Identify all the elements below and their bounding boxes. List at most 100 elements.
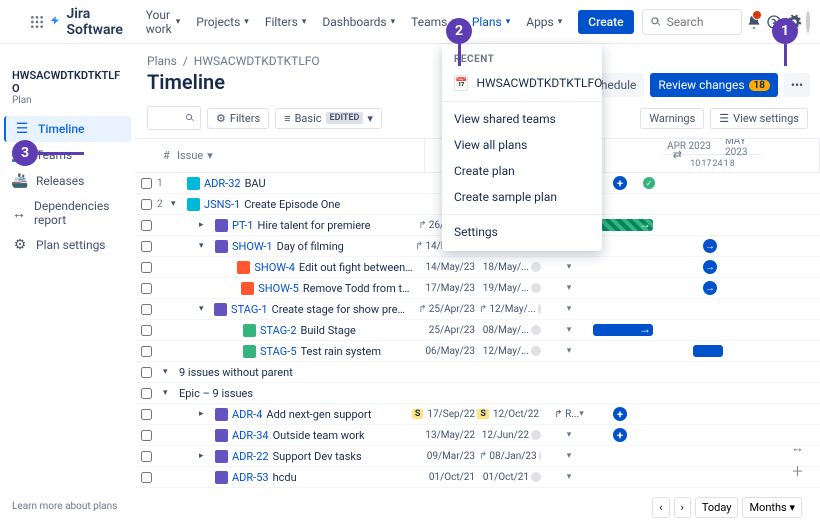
issue-row[interactable]: SHOW-4 Edit out fight between MPB and B … [135,257,820,278]
profile-avatar[interactable] [806,11,810,33]
expand-toggle[interactable]: ▸ [199,451,211,461]
prev-button[interactable]: ‹ [652,497,669,518]
dropdown-view-all[interactable]: View all plans [442,132,602,158]
gantt-bar[interactable] [593,324,653,336]
issue-row[interactable]: SHOW-5 Remove Todd from the set 17/May/2… [135,278,820,299]
gantt-cell[interactable] [593,341,820,361]
float-copy-icon[interactable]: ↔ [791,440,804,456]
app-switcher-icon[interactable] [29,12,45,32]
gantt-arrow-icon[interactable]: → [703,281,717,295]
issue-key[interactable]: ADR-53 [232,471,269,484]
row-checkbox[interactable] [141,472,152,483]
expand-toggle[interactable]: ▾ [163,367,175,377]
start-date[interactable]: 25/Apr/23 [413,325,479,336]
release-cell[interactable]: ▾ [545,430,593,440]
nav-projects[interactable]: Projects [190,11,255,33]
row-checkbox[interactable] [141,220,152,231]
start-date[interactable]: 06/May/23 [413,346,479,357]
release-cell[interactable]: ▾ [545,472,593,482]
row-checkbox[interactable] [141,262,152,273]
row-checkbox[interactable] [141,409,152,420]
dropdown-create-plan[interactable]: Create plan [442,158,602,184]
sidebar-item-dependencies[interactable]: ↔ Dependencies report [4,194,131,232]
drag-handle-icon[interactable]: ⇄ [673,148,682,161]
release-cell[interactable]: ▾ [545,325,593,335]
end-date[interactable]: 19/May/... [479,283,545,294]
end-date[interactable]: 18/May/... [479,262,545,273]
row-checkbox[interactable] [141,178,152,189]
gantt-cell[interactable] [593,299,820,319]
issue-row[interactable]: STAG-2 Build Stage 25/Apr/23 08/May/... … [135,320,820,341]
end-date[interactable]: 12/May/... [479,346,545,357]
row-checkbox[interactable] [141,304,152,315]
start-date[interactable]: 01/Oct/21 [413,472,479,483]
issue-key[interactable]: SHOW-4 [254,261,295,274]
nav-apps[interactable]: Apps [520,11,568,33]
gantt-cell[interactable]: +✓ [593,173,820,193]
breadcrumb-plan[interactable]: HWSACWDTKDTKTLFO [194,54,320,68]
gantt-cell[interactable]: → [593,257,820,277]
nav-dashboards[interactable]: Dashboards [316,11,401,33]
issue-key[interactable]: ADR-4 [232,408,262,421]
row-checkbox[interactable] [141,325,152,336]
issue-key[interactable]: PT-1 [232,219,253,232]
issue-key[interactable]: STAG-1 [231,303,268,316]
dropdown-create-sample[interactable]: Create sample plan [442,184,602,210]
row-checkbox[interactable] [141,451,152,462]
gantt-add-icon[interactable]: + [613,176,627,190]
end-date[interactable]: ↱ 08/Jan/23 [479,451,545,462]
gantt-bar[interactable] [693,345,723,357]
row-checkbox[interactable] [141,346,152,357]
issue-key[interactable]: SHOW-5 [258,282,299,295]
row-checkbox[interactable] [141,199,152,210]
issue-key[interactable]: JSNS-1 [204,198,240,211]
nav-your-work[interactable]: Your work [140,4,187,40]
group-row[interactable]: ▾ 9 issues without parent [135,362,820,383]
end-date[interactable]: ↱ 12/May/... [479,304,545,315]
end-date[interactable]: S 12/Oct/22 [479,409,545,420]
gantt-cell[interactable] [593,320,820,340]
start-date[interactable]: 09/Mar/23 [413,451,479,462]
issue-row[interactable]: ADR-34 Outside team work 13/May/22 12/Ju… [135,425,820,446]
start-date[interactable]: ↱ 25/Apr/23 [413,304,479,315]
release-cell[interactable]: ▾ [545,262,593,272]
sidebar-item-timeline[interactable]: ☰ Timeline [4,116,131,142]
today-button[interactable]: Today [695,497,739,518]
gantt-arrow-icon[interactable]: → [703,260,717,274]
release-cell[interactable]: ▾ [545,346,593,356]
gantt-cell[interactable]: + [593,404,820,424]
nav-filters[interactable]: Filters [259,11,313,33]
expand-toggle[interactable]: ▸ [199,409,211,419]
sidebar-item-plan-settings[interactable]: ⚙ Plan settings [4,232,131,258]
dropdown-settings[interactable]: Settings [442,219,602,245]
gantt-arrow-icon[interactable]: → [703,239,717,253]
gantt-add-icon[interactable]: + [613,407,627,421]
nav-plans[interactable]: Plans [466,11,516,33]
dropdown-recent-plan[interactable]: 📅 HWSACWDTKDTKTLFO [442,69,602,97]
jira-logo[interactable]: Jira Software [49,6,127,38]
global-search-input[interactable] [642,9,742,35]
expand-toggle[interactable]: ▸ [199,220,211,230]
gantt-add-icon[interactable]: + [613,428,627,442]
row-checkbox[interactable] [141,283,152,294]
end-date[interactable]: 08/May/... [479,325,545,336]
expand-toggle[interactable]: ▾ [171,199,183,209]
gantt-cell[interactable] [593,446,820,466]
release-cell[interactable]: ▾ [545,304,593,314]
issue-row[interactable]: STAG-5 Test rain system 06/May/23 12/May… [135,341,820,362]
notifications-icon[interactable] [746,10,762,34]
issue-row[interactable]: ▾ STAG-1 Create stage for show premiere … [135,299,820,320]
gantt-cell[interactable] [593,194,820,214]
gantt-bar[interactable] [593,219,653,231]
basic-filter-button[interactable]: ≡ Basic EDITED ▾ [275,108,382,129]
end-date[interactable]: 01/Oct/21 [479,472,545,483]
start-date[interactable]: 17/May/23 [413,283,479,294]
issue-key[interactable]: STAG-2 [260,324,297,337]
warnings-button[interactable]: Warnings [640,108,704,129]
issue-key[interactable]: STAG-5 [260,345,297,358]
issue-row[interactable]: ▸ ADR-22 Support Dev tasks 09/Mar/23 ↱ 0… [135,446,820,467]
end-date[interactable]: 12/Jun/22 [479,430,545,441]
row-checkbox[interactable] [141,367,152,378]
expand-toggle[interactable]: ▾ [199,241,211,251]
float-add-icon[interactable]: ＋ [791,461,804,480]
